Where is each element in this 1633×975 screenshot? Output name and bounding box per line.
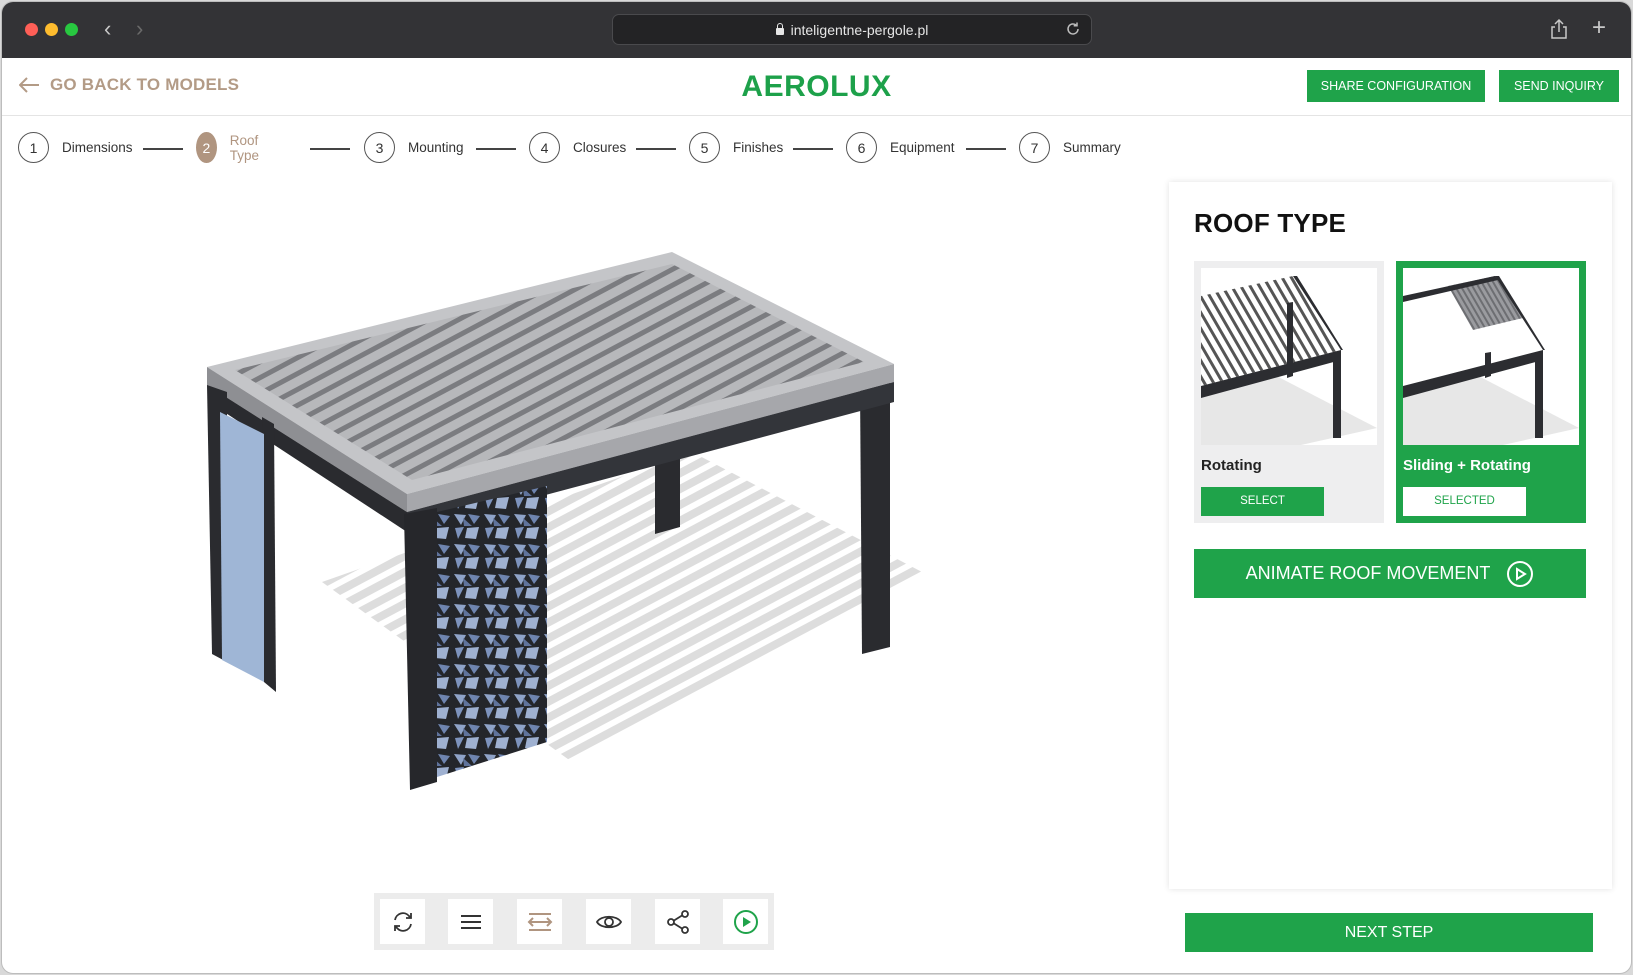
animate-roof-movement-button[interactable]: ANIMATE ROOF MOVEMENT <box>1194 549 1586 598</box>
sliding-rotating-thumbnail <box>1403 268 1579 445</box>
width-arrows-icon <box>527 912 552 931</box>
select-rotating-button[interactable]: SELECT <box>1201 487 1324 516</box>
share-view-button[interactable] <box>655 899 700 944</box>
address-bar[interactable]: inteligentne-pergole.pl <box>612 14 1092 45</box>
step-closures[interactable]: 4 Closures <box>529 132 626 163</box>
step-connector <box>476 148 516 150</box>
dimensions-button[interactable] <box>517 899 562 944</box>
option-rotating-card[interactable]: Rotating SELECT <box>1194 261 1384 523</box>
step-number: 1 <box>18 132 49 163</box>
step-label: Finishes <box>733 140 784 155</box>
reload-icon[interactable] <box>1063 19 1083 39</box>
step-label: Mounting <box>408 140 464 155</box>
step-finishes[interactable]: 5 Finishes <box>689 132 783 163</box>
step-connector <box>143 148 183 150</box>
pergola-3d-viewer[interactable] <box>152 242 982 842</box>
step-number: 2 <box>196 132 217 163</box>
step-roof-type[interactable]: 2 Roof Type <box>196 132 269 163</box>
minimize-window-button[interactable] <box>45 23 58 36</box>
url-text: inteligentne-pergole.pl <box>790 22 929 38</box>
step-label: Equipment <box>890 140 955 155</box>
eye-icon <box>595 915 622 928</box>
rotate-button[interactable] <box>380 899 425 944</box>
viewer-toolbar <box>374 893 774 950</box>
play-circle-icon <box>1507 560 1534 587</box>
close-window-button[interactable] <box>25 23 38 36</box>
send-inquiry-button[interactable]: SEND INQUIRY <box>1499 70 1619 102</box>
selected-sliding-rotating-button[interactable]: SELECTED <box>1403 487 1526 516</box>
step-label: Summary <box>1063 140 1121 155</box>
menu-icon <box>460 914 481 929</box>
step-connector <box>793 148 833 150</box>
app-header: GO BACK TO MODELS AEROLUX SHARE CONFIGUR… <box>2 58 1631 116</box>
option-sliding-rotating-card[interactable]: Sliding + Rotating SELECTED <box>1396 261 1586 523</box>
step-number: 3 <box>364 132 395 163</box>
browser-forward-icon[interactable]: › <box>136 17 143 41</box>
browser-share-icon[interactable] <box>1550 18 1568 40</box>
step-summary[interactable]: 7 Summary <box>1019 132 1121 163</box>
maximize-window-button[interactable] <box>65 23 78 36</box>
play-animation-button[interactable] <box>723 899 768 944</box>
panel-title: ROOF TYPE <box>1194 208 1347 238</box>
lock-icon <box>775 23 784 35</box>
rotate-icon <box>393 911 412 932</box>
step-connector <box>310 148 350 150</box>
step-connector <box>966 148 1006 150</box>
share-configuration-button[interactable]: SHARE CONFIGURATION <box>1307 70 1485 102</box>
browser-back-icon[interactable]: ‹ <box>104 17 111 41</box>
option-name: Sliding + Rotating <box>1403 457 1531 474</box>
step-number: 5 <box>689 132 720 163</box>
step-connector <box>636 148 676 150</box>
browser-window: ‹ › inteligentne-pergole.pl + GO BACK TO… <box>1 1 1632 974</box>
menu-button[interactable] <box>448 899 493 944</box>
step-number: 4 <box>529 132 560 163</box>
step-equipment[interactable]: 6 Equipment <box>846 132 955 163</box>
option-name: Rotating <box>1201 457 1262 474</box>
step-label: Closures <box>573 140 627 155</box>
step-number: 6 <box>846 132 877 163</box>
animate-label: ANIMATE ROOF MOVEMENT <box>1245 563 1491 583</box>
step-label: Roof Type <box>229 132 259 163</box>
roof-type-panel: ROOF TYPE Rotating SELECT Sliding + Rota… <box>1169 182 1612 889</box>
step-number: 7 <box>1019 132 1050 163</box>
share-icon <box>666 909 689 934</box>
next-step-button[interactable]: NEXT STEP <box>1185 913 1593 952</box>
step-mounting[interactable]: 3 Mounting <box>364 132 464 163</box>
pergola-render <box>207 252 922 790</box>
step-label: Dimensions <box>62 140 133 155</box>
visibility-button[interactable] <box>586 899 631 944</box>
new-tab-icon[interactable]: + <box>1592 16 1606 40</box>
browser-toolbar: ‹ › inteligentne-pergole.pl + <box>2 2 1631 58</box>
play-icon <box>733 909 758 934</box>
rotating-thumbnail <box>1201 268 1377 445</box>
step-dimensions[interactable]: 1 Dimensions <box>18 132 133 163</box>
